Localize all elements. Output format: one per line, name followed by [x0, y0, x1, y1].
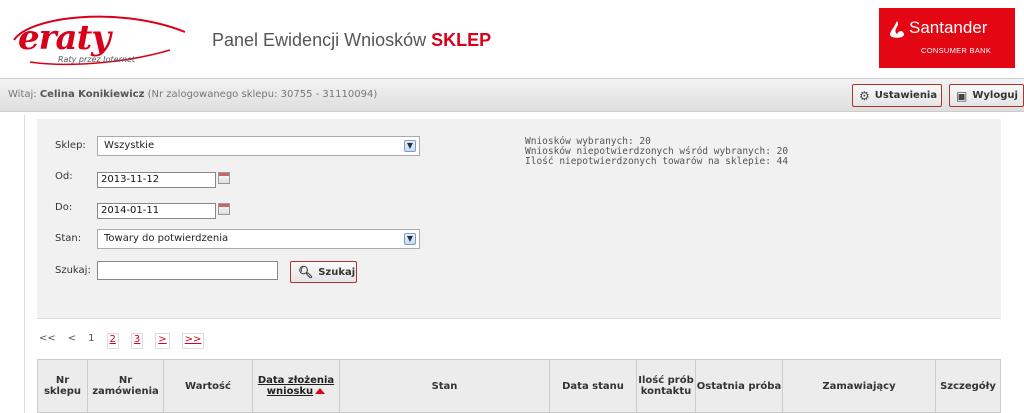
- date-to-input[interactable]: 2014-01-11: [97, 203, 216, 219]
- table-header: Nr sklepu Nr zamówienia Wartość Data zło…: [37, 359, 1001, 413]
- gear-icon: ⚙: [859, 88, 870, 103]
- santander-logo: Santander CONSUMER BANK: [879, 8, 1015, 68]
- pager-page[interactable]: 3: [130, 333, 144, 349]
- col-value[interactable]: Wartość: [164, 360, 253, 412]
- search-label: Szukaj:: [55, 265, 91, 276]
- logout-label: Wyloguj: [972, 90, 1018, 101]
- state-select-value: Towary do potwierdzenia: [104, 233, 229, 244]
- settings-button[interactable]: ⚙ Ustawienia: [852, 84, 942, 107]
- filter-panel: Sklep: Wszystkie ▼ Od: 2013-11-12 Do: 20…: [37, 119, 1001, 319]
- pager-prev[interactable]: <: [68, 333, 76, 349]
- shop-select-value: Wszystkie: [104, 140, 155, 151]
- chevron-down-icon[interactable]: ▼: [404, 140, 416, 152]
- page-title-prefix: Panel Ewidencji Wniosków: [212, 30, 427, 50]
- col-shop-number[interactable]: Nr sklepu: [38, 360, 88, 412]
- col-state-date[interactable]: Data stanu: [550, 360, 637, 412]
- logo-text: eraty: [18, 18, 111, 58]
- stat-unconfirmed-shop: Ilość niepotwierdzonych towarów na sklep…: [525, 156, 789, 167]
- welcome-bar: Witaj: Celina Konikiewicz (Nr zalogowane…: [0, 78, 1024, 112]
- pager-next[interactable]: >: [155, 333, 170, 349]
- door-icon: ▣: [956, 88, 968, 103]
- search-button[interactable]: 🔍︎ Szukaj: [290, 261, 357, 283]
- logout-button[interactable]: ▣ Wyloguj: [949, 84, 1024, 107]
- pager-page-current: 1: [88, 333, 95, 344]
- brand-subtitle: CONSUMER BANK: [921, 46, 992, 55]
- shop-label: Sklep:: [55, 140, 86, 151]
- col-last-attempt[interactable]: Ostatnia próba: [696, 360, 783, 412]
- search-button-label: Szukaj: [318, 266, 356, 278]
- main-panel: Sklep: Wszystkie ▼ Od: 2013-11-12 Do: 20…: [24, 115, 1001, 413]
- col-state[interactable]: Stan: [340, 360, 550, 412]
- col-order-number[interactable]: Nr zamówienia: [88, 360, 164, 412]
- pager-last[interactable]: >>: [181, 333, 205, 349]
- stats-block: Wniosków wybranych: 20 Wniosków niepotwi…: [525, 137, 788, 167]
- search-icon: 🔍︎: [298, 265, 314, 279]
- pager-first[interactable]: <<: [39, 333, 56, 349]
- state-label: Stan:: [55, 233, 82, 244]
- user-name: Celina Konikiewicz: [39, 89, 145, 100]
- pagination: << < 1 2 3 > >>: [39, 333, 216, 349]
- col-submission-date[interactable]: Data złożenia wniosku: [253, 360, 340, 412]
- to-label: Do:: [55, 202, 73, 213]
- search-input[interactable]: [97, 261, 278, 280]
- col-contact-attempts[interactable]: Ilość prób kontaktu: [637, 360, 696, 412]
- greeting: Witaj:: [8, 89, 37, 100]
- welcome-text: Witaj: Celina Konikiewicz (Nr zalogowane…: [8, 89, 377, 100]
- calendar-icon[interactable]: [218, 203, 230, 215]
- shop-select[interactable]: Wszystkie ▼: [97, 136, 420, 156]
- brand-name: Santander: [909, 18, 988, 37]
- pager-page[interactable]: 2: [106, 333, 119, 349]
- settings-label: Ustawienia: [874, 90, 938, 101]
- sort-asc-icon: [315, 388, 326, 394]
- eraty-logo[interactable]: eraty Raty przez Internet: [10, 10, 190, 68]
- chevron-down-icon[interactable]: ▼: [404, 233, 416, 245]
- page-title: Panel Ewidencji Wniosków SKLEP: [212, 30, 491, 51]
- flame-icon: [889, 21, 905, 38]
- col-customer[interactable]: Zamawiający: [783, 360, 936, 412]
- shop-info: (Nr zalogowanego sklepu: 30755 - 3111009…: [147, 89, 378, 100]
- col-details[interactable]: Szczegóły: [936, 360, 1000, 412]
- date-from-input[interactable]: 2013-11-12: [97, 172, 216, 188]
- calendar-icon[interactable]: [218, 172, 230, 184]
- page-title-highlight: SKLEP: [431, 30, 492, 50]
- logo-tagline: Raty przez Internet: [58, 55, 136, 64]
- state-select[interactable]: Towary do potwierdzenia ▼: [97, 229, 420, 249]
- from-label: Od:: [55, 171, 73, 182]
- header: eraty Raty przez Internet Panel Ewidencj…: [0, 0, 1024, 78]
